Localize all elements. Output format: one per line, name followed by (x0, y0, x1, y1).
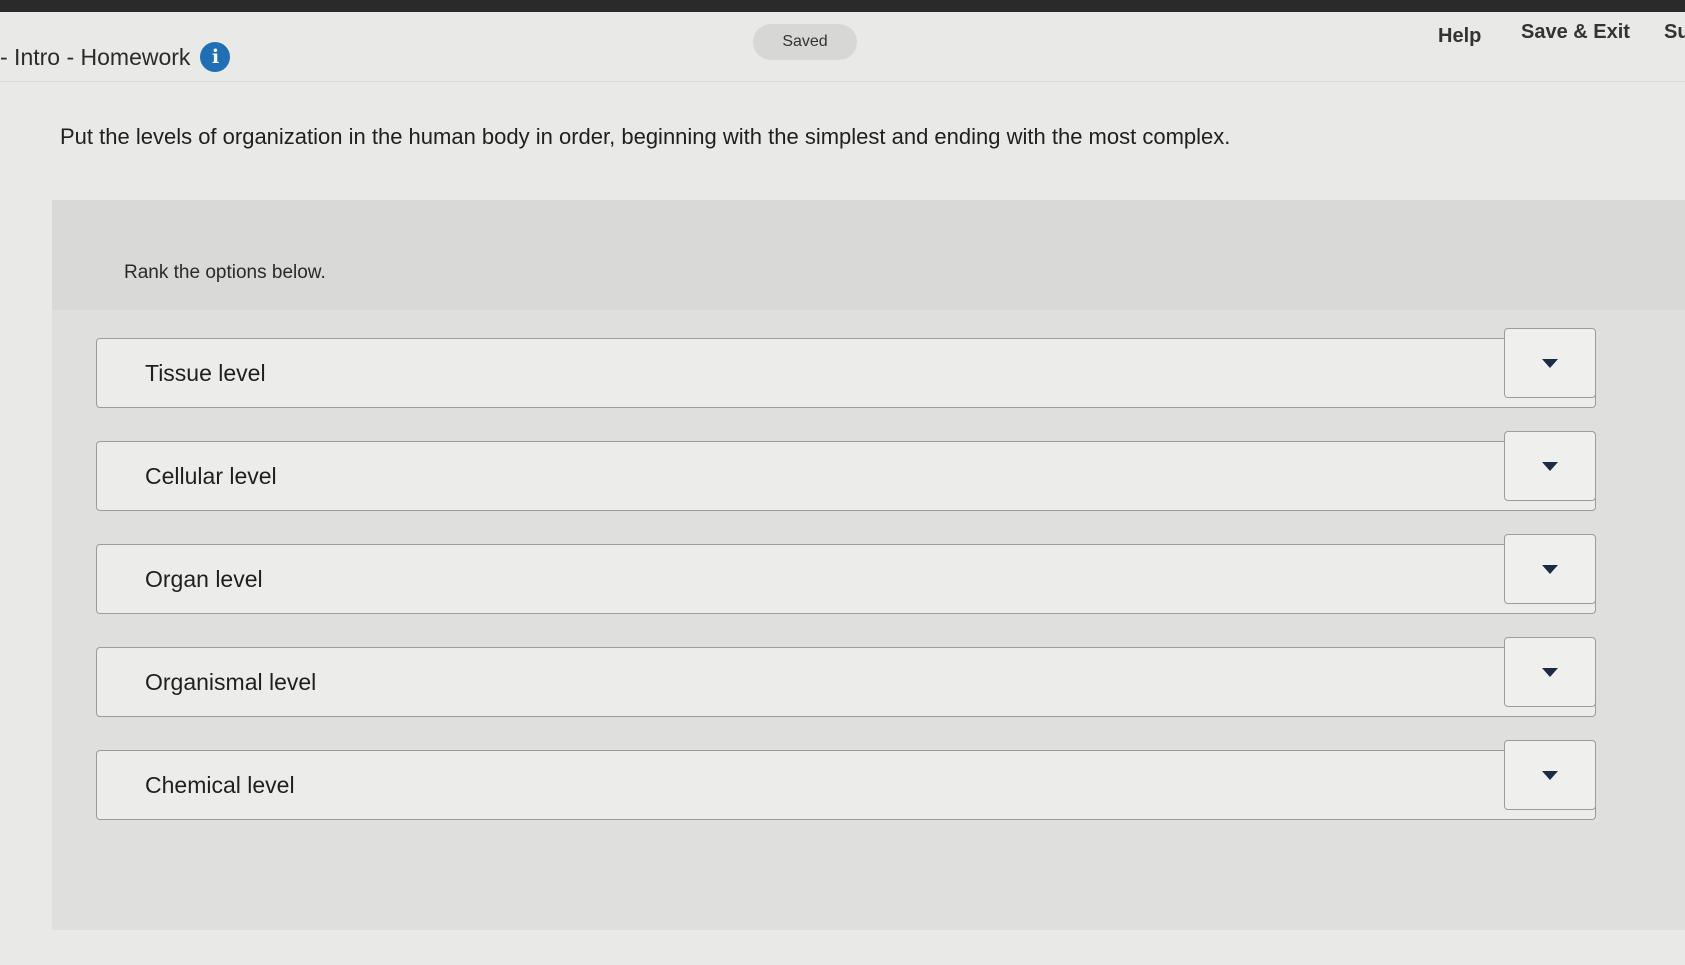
ranking-panel-header: Rank the options below. (52, 200, 1685, 310)
caret-down-icon (1542, 770, 1558, 780)
ranking-list: Tissue level Cellular level Organ level (96, 328, 1678, 843)
rank-item: Cellular level (96, 431, 1678, 511)
rank-item-label: Tissue level (145, 359, 266, 386)
assignment-title: - Intro - Homework (0, 43, 191, 70)
homework-page: - Intro - Homework i Saved Help Save & E… (0, 0, 1685, 965)
rank-dropdown-button[interactable] (1504, 637, 1596, 707)
rank-item: Tissue level (96, 328, 1678, 408)
submit-link[interactable]: Su (1664, 18, 1685, 46)
rank-item-chemical[interactable]: Chemical level (96, 750, 1596, 820)
rank-dropdown-button[interactable] (1504, 740, 1596, 810)
rank-dropdown-button[interactable] (1504, 328, 1596, 398)
caret-down-icon (1542, 564, 1558, 574)
rank-item-label: Organ level (145, 565, 263, 592)
help-link[interactable]: Help (1438, 22, 1481, 50)
rank-item-label: Organismal level (145, 668, 317, 695)
rank-item-label: Cellular level (145, 462, 277, 489)
top-strip (0, 0, 1685, 12)
rank-dropdown-button[interactable] (1504, 534, 1596, 604)
rank-item-organismal[interactable]: Organismal level (96, 647, 1596, 717)
rank-item-tissue[interactable]: Tissue level (96, 338, 1596, 408)
rank-item-cellular[interactable]: Cellular level (96, 441, 1596, 511)
ranking-instruction: Rank the options below. (124, 262, 326, 283)
rank-dropdown-button[interactable] (1504, 431, 1596, 501)
header-bar: - Intro - Homework i Saved Help Save & E… (0, 12, 1685, 82)
caret-down-icon (1542, 667, 1558, 677)
rank-item: Chemical level (96, 740, 1678, 820)
saved-status-badge: Saved (753, 24, 857, 60)
caret-down-icon (1542, 461, 1558, 471)
rank-item-label: Chemical level (145, 771, 295, 798)
caret-down-icon (1542, 358, 1558, 368)
rank-item: Organ level (96, 534, 1678, 614)
save-exit-link[interactable]: Save & Exit (1521, 18, 1630, 46)
ranking-panel: Rank the options below. Tissue level Cel… (52, 200, 1685, 930)
rank-item-organ[interactable]: Organ level (96, 544, 1596, 614)
info-icon[interactable]: i (200, 42, 231, 72)
question-prompt: Put the levels of organization in the hu… (60, 124, 1231, 149)
rank-item: Organismal level (96, 637, 1678, 717)
assignment-title-group: - Intro - Homework i (0, 40, 231, 74)
